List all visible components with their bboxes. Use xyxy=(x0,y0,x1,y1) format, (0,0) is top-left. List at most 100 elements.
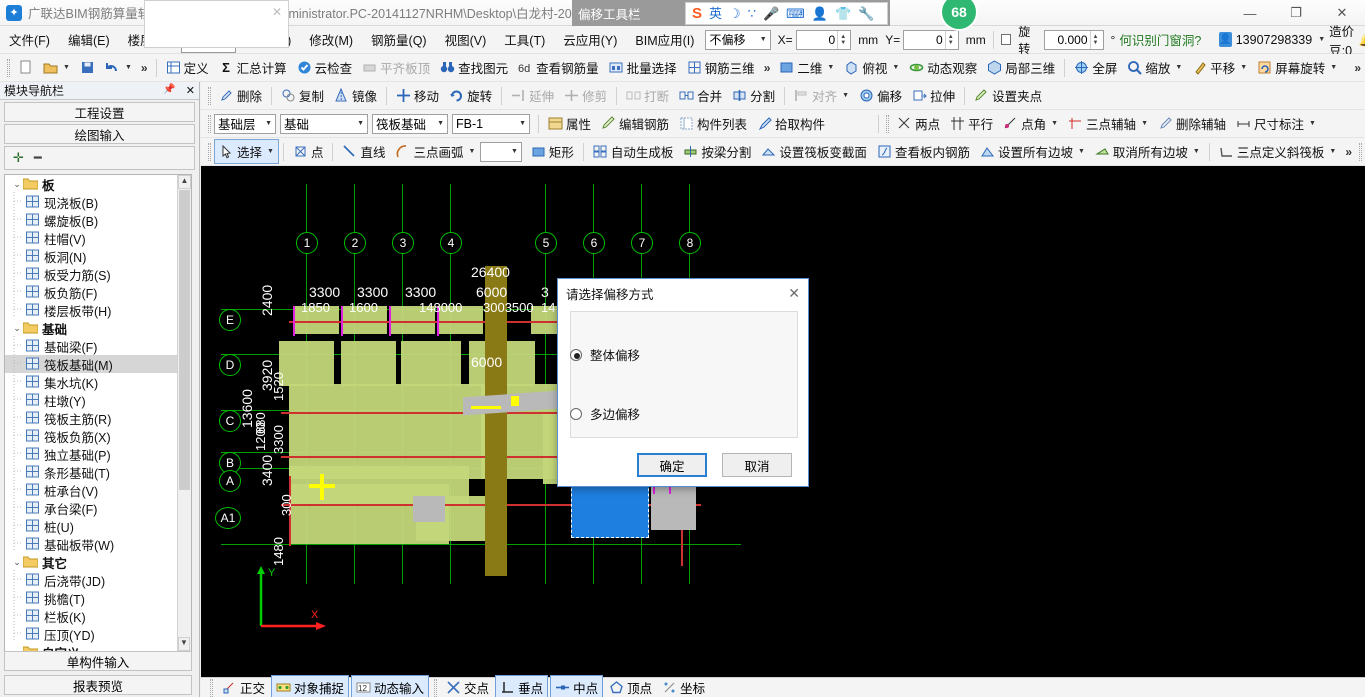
ime-toolbar[interactable]: S 英 ☽ ∵ 🎤 ⌨ 👤 👕 🔧 xyxy=(685,2,888,25)
offset-x-input[interactable]: 0 ▲ ▼ xyxy=(795,29,852,50)
tree-item[interactable]: 基础梁(F) xyxy=(5,335,177,355)
tree-item[interactable]: 筏板负筋(X) xyxy=(5,425,177,445)
close-icon[interactable]: ✕ xyxy=(186,84,195,97)
tree-item[interactable]: 集水坑(K) xyxy=(5,371,177,391)
delete-button[interactable]: 删除 xyxy=(214,83,267,108)
offset-y-input[interactable]: 0 ▲ ▼ xyxy=(903,29,959,50)
pan-button[interactable]: 平移 ▼ xyxy=(1187,55,1252,80)
screen-rotate-button[interactable]: 屏幕旋转 ▼ xyxy=(1252,55,1342,80)
copy-button[interactable]: 复制 xyxy=(276,83,329,108)
save-button[interactable] xyxy=(75,57,100,78)
properties-button[interactable]: 属性 xyxy=(543,111,596,136)
dynamic-observe-button[interactable]: 动态观察 xyxy=(904,55,982,80)
tree-item[interactable]: 后浇带(JD) xyxy=(5,569,177,589)
expand-chevron-icon[interactable]: ⌄ xyxy=(11,179,23,190)
scroll-down-icon[interactable]: ▼ xyxy=(178,637,190,651)
account-phone[interactable]: 13907298339 xyxy=(1236,33,1312,47)
component-type-select[interactable]: 筏板基础 ▼ xyxy=(372,113,448,134)
view-toolbar-overflow-icon[interactable]: » xyxy=(1350,61,1365,75)
add-icon[interactable]: ✛ xyxy=(13,150,24,166)
status-vertex[interactable]: 顶点 xyxy=(605,676,656,697)
chevron-down-icon[interactable]: ▼ xyxy=(267,148,274,155)
quick-access-overflow-icon[interactable]: » xyxy=(137,61,152,75)
status-midpoint[interactable]: 中点 xyxy=(550,675,604,697)
status-coordinate[interactable]: 坐标 xyxy=(658,676,709,697)
start-popup-close-icon[interactable]: ✕ xyxy=(272,5,282,19)
menu-file[interactable]: 文件(F) xyxy=(0,26,59,53)
draw-input-button[interactable]: 绘图输入 xyxy=(4,124,195,144)
ime-punctuation-icon[interactable]: ∵ xyxy=(748,7,756,20)
auto-generate-slab-button[interactable]: 自动生成板 xyxy=(588,139,679,164)
scroll-up-icon[interactable]: ▲ xyxy=(178,175,191,189)
rotate-angle-input[interactable]: 0.000 ▲ ▼ xyxy=(1044,29,1104,50)
ime-microphone-icon[interactable]: 🎤 xyxy=(763,7,779,20)
menu-edit[interactable]: 编辑(E) xyxy=(59,26,119,53)
select-tool-button[interactable]: 选择 ▼ xyxy=(214,139,279,164)
ime-language-icon[interactable]: 英 xyxy=(709,7,722,20)
draw-mode-select[interactable]: ▼ xyxy=(480,141,522,162)
tree-item[interactable]: 桩承台(V) xyxy=(5,479,177,499)
radio-multi-edge-offset[interactable]: 多边偏移 xyxy=(570,404,640,423)
project-settings-button[interactable]: 工程设置 xyxy=(4,102,195,122)
tree-item[interactable]: 压顶(YD) xyxy=(5,623,177,643)
move-button[interactable]: 移动 xyxy=(391,83,444,108)
cancel-all-slope-button[interactable]: 取消所有边坡 ▼ xyxy=(1090,139,1205,164)
undo-button[interactable]: ▼ xyxy=(100,57,137,78)
rotate-button[interactable]: 旋转 xyxy=(444,83,497,108)
tree-item[interactable]: 楼层板带(H) xyxy=(5,299,177,319)
draw-toolbar-overflow-icon[interactable]: » xyxy=(1341,145,1356,159)
two-point-axis-button[interactable]: 两点 xyxy=(892,111,945,136)
bell-icon[interactable]: 🔔 xyxy=(1359,33,1365,47)
tree-scrollbar[interactable]: ▲ ▼ xyxy=(177,175,191,651)
set-grip-point-button[interactable]: 设置夹点 xyxy=(969,83,1047,108)
chevron-down-icon[interactable]: ▼ xyxy=(1141,120,1148,127)
split-by-beam-button[interactable]: 按梁分割 xyxy=(678,139,756,164)
tree-item[interactable]: 板洞(N) xyxy=(5,245,177,265)
main-toolbar-overflow-icon[interactable]: » xyxy=(760,61,775,75)
status-intersection[interactable]: 交点 xyxy=(442,676,493,697)
toolbar-grip[interactable] xyxy=(208,114,211,133)
dialog-close-icon[interactable]: ✕ xyxy=(788,285,800,302)
mirror-button[interactable]: 镜像 xyxy=(329,83,382,108)
tree-item[interactable]: 螺旋板(B) xyxy=(5,209,177,229)
chevron-down-icon[interactable]: ▼ xyxy=(1318,36,1325,43)
new-file-button[interactable] xyxy=(13,57,38,78)
chevron-down-icon[interactable]: ▼ xyxy=(1329,148,1336,155)
status-object-snap[interactable]: 对象捕捉 xyxy=(271,675,350,697)
help-hint-link[interactable]: 何识别门窗洞? xyxy=(1119,30,1201,49)
edit-rebar-button[interactable]: 编辑钢筋 xyxy=(596,111,674,136)
expand-chevron-icon[interactable]: ⌄ xyxy=(11,323,23,334)
tree-item[interactable]: 挑檐(T) xyxy=(5,587,177,607)
chevron-down-icon[interactable]: ▼ xyxy=(1078,148,1085,155)
top-view-button[interactable]: 俯视 ▼ xyxy=(839,55,904,80)
statusbar-grip[interactable] xyxy=(210,678,213,697)
batch-select-button[interactable]: 批量选择 xyxy=(604,55,682,80)
statusbar-grip[interactable] xyxy=(434,678,438,697)
rectangle-tool-button[interactable]: 矩形 xyxy=(526,139,579,164)
toolbar-grip[interactable] xyxy=(208,86,211,105)
three-point-axis-button[interactable]: 三点辅轴 ▼ xyxy=(1063,111,1153,136)
tree-item[interactable]: 柱帽(V) xyxy=(5,227,177,247)
offset-mode-select[interactable]: 不偏移 ▼ xyxy=(705,29,771,50)
ime-skin-icon[interactable]: 👕 xyxy=(835,7,851,20)
chevron-down-icon[interactable]: ▼ xyxy=(892,64,899,71)
status-dynamic-input[interactable]: 12 动态输入 xyxy=(351,675,430,697)
summary-calc-button[interactable]: Σ 汇总计算 xyxy=(214,55,292,80)
chevron-down-icon[interactable]: ▼ xyxy=(1175,64,1182,71)
status-perpendicular[interactable]: 垂点 xyxy=(495,675,549,697)
split-button[interactable]: 分割 xyxy=(727,83,780,108)
merge-button[interactable]: 合并 xyxy=(674,83,727,108)
menu-rebar-quantity[interactable]: 钢筋量(Q) xyxy=(362,26,436,53)
chevron-down-icon[interactable]: ▼ xyxy=(842,92,849,99)
tree-item[interactable]: 栏板(K) xyxy=(5,605,177,625)
set-raft-section-button[interactable]: 设置筏板变截面 xyxy=(756,139,872,164)
chevron-down-icon[interactable]: ▼ xyxy=(827,64,834,71)
menu-modify[interactable]: 修改(M) xyxy=(300,26,362,53)
expand-chevron-icon[interactable]: ⌄ xyxy=(11,557,23,568)
tree-item[interactable]: 板受力筋(S) xyxy=(5,263,177,283)
view-rebar-quantity-button[interactable]: 6d 查看钢筋量 xyxy=(513,55,604,80)
tree-folder[interactable]: ⌄ 其它 xyxy=(5,553,177,571)
define-button[interactable]: 定义 xyxy=(161,55,214,80)
fullscreen-button[interactable]: 全屏 xyxy=(1069,55,1122,80)
menu-view[interactable]: 视图(V) xyxy=(436,26,496,53)
